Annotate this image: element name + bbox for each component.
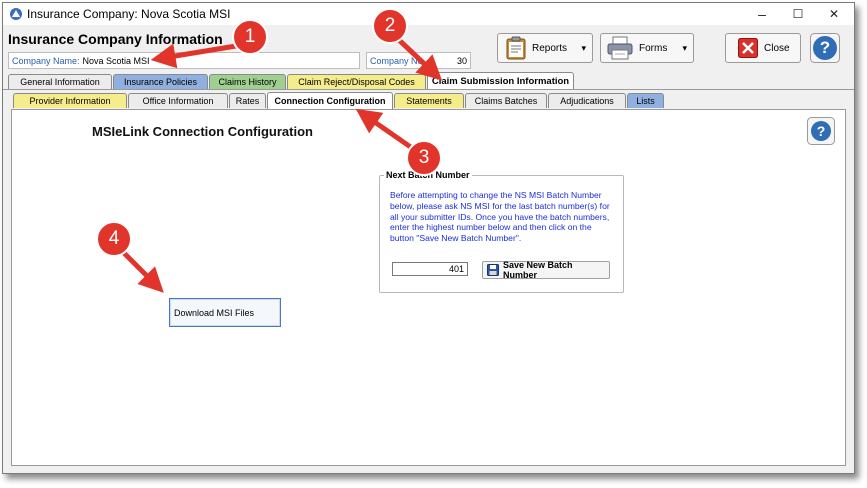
tab-label: Claim Reject/Disposal Codes — [298, 77, 415, 87]
page-title: Insurance Company Information — [8, 31, 223, 47]
panel-help-button[interactable]: ? — [807, 117, 835, 145]
tab-label: Connection Configuration — [274, 96, 386, 106]
tab-label: General Information — [20, 77, 100, 87]
tab-general-information[interactable]: General Information — [8, 74, 112, 89]
close-label: Close — [764, 42, 790, 54]
tab-provider-information[interactable]: Provider Information — [13, 93, 127, 108]
download-button-label: Download MSI Files — [174, 307, 255, 318]
tab-claim-reject-codes[interactable]: Claim Reject/Disposal Codes — [287, 74, 426, 89]
tab-claims-history[interactable]: Claims History — [209, 74, 286, 89]
window-title: Insurance Company: Nova Scotia MSI — [27, 7, 231, 21]
tab-label: Rates — [235, 96, 260, 106]
tab-connection-configuration[interactable]: Connection Configuration — [267, 92, 393, 109]
tab-label: Statements — [406, 96, 452, 106]
help-glyph: ? — [819, 38, 831, 57]
tab-label: Insurance Policies — [123, 77, 198, 87]
company-number-field[interactable]: Company No 30 — [366, 52, 471, 69]
section-title: MSIeLink Connection Configuration — [92, 124, 313, 139]
connection-configuration-panel: MSIeLink Connection Configuration ? Next… — [11, 109, 846, 466]
tab-rates[interactable]: Rates — [229, 93, 266, 108]
title-bar: Insurance Company: Nova Scotia MSI – ☐ ✕ — [3, 3, 854, 25]
close-button[interactable]: Close — [725, 33, 801, 63]
close-x-icon — [738, 38, 758, 58]
reports-button[interactable]: Reports ▾ — [497, 33, 593, 63]
tab-label: Claims History — [218, 77, 277, 87]
download-msi-files-button[interactable]: Download MSI Files — [169, 298, 281, 327]
tab-office-information[interactable]: Office Information — [128, 93, 228, 108]
forms-label: Forms — [639, 42, 668, 54]
company-number-value: 30 — [456, 55, 467, 66]
save-button-label: Save New Batch Number — [503, 260, 573, 280]
group-title: Next Batch Number — [384, 170, 472, 180]
sub-tab-bar: Provider Information Office Information … — [3, 92, 854, 110]
company-name-value: Nova Scotia MSI — [82, 55, 150, 66]
floppy-disk-icon — [487, 264, 499, 276]
tab-statements[interactable]: Statements — [394, 93, 464, 108]
reports-label: Reports — [532, 42, 568, 54]
next-batch-number-group: Next Batch Number Before attempting to c… — [379, 170, 624, 293]
minimize-button[interactable]: – — [742, 3, 782, 25]
reports-dropdown-icon[interactable]: ▾ — [581, 43, 586, 54]
tab-divider — [3, 89, 854, 90]
tab-claims-batches[interactable]: Claims Batches — [465, 93, 547, 108]
tab-label: Claim Submission Information — [431, 75, 570, 87]
printer-icon — [607, 36, 633, 60]
tab-lists[interactable]: Lists — [627, 93, 664, 108]
save-new-batch-number-button[interactable]: Save New Batch Number — [482, 260, 610, 280]
maximize-button[interactable]: ☐ — [778, 3, 818, 25]
tab-label: Provider Information — [29, 96, 111, 106]
forms-dropdown-icon[interactable]: ▾ — [682, 43, 687, 54]
batch-instructions: Before attempting to change the NS MSI B… — [390, 190, 610, 244]
tab-label: Office Information — [142, 96, 214, 106]
help-button[interactable]: ? — [809, 33, 841, 63]
tab-label: Claims Batches — [474, 96, 538, 106]
app-window: Insurance Company: Nova Scotia MSI – ☐ ✕… — [2, 2, 855, 474]
help-glyph: ? — [816, 123, 826, 139]
clipboard-icon — [506, 36, 526, 60]
close-window-button[interactable]: ✕ — [814, 3, 854, 25]
tab-adjudications[interactable]: Adjudications — [548, 93, 626, 108]
company-number-label: Company No — [370, 55, 423, 66]
batch-number-input[interactable]: 401 — [392, 262, 468, 276]
tab-label: Adjudications — [560, 96, 614, 106]
company-name-field[interactable]: Company Name: Nova Scotia MSI — [8, 52, 360, 69]
maximize-icon: ☐ — [792, 7, 804, 21]
company-name-label: Company Name: — [12, 55, 80, 66]
tab-label: Lists — [636, 96, 655, 106]
close-icon: ✕ — [828, 7, 840, 21]
minimize-icon: – — [758, 6, 766, 22]
tab-insurance-policies[interactable]: Insurance Policies — [113, 74, 208, 89]
app-icon — [10, 8, 22, 20]
forms-button[interactable]: Forms ▾ — [600, 33, 694, 63]
tab-claim-submission-information[interactable]: Claim Submission Information — [427, 72, 574, 89]
